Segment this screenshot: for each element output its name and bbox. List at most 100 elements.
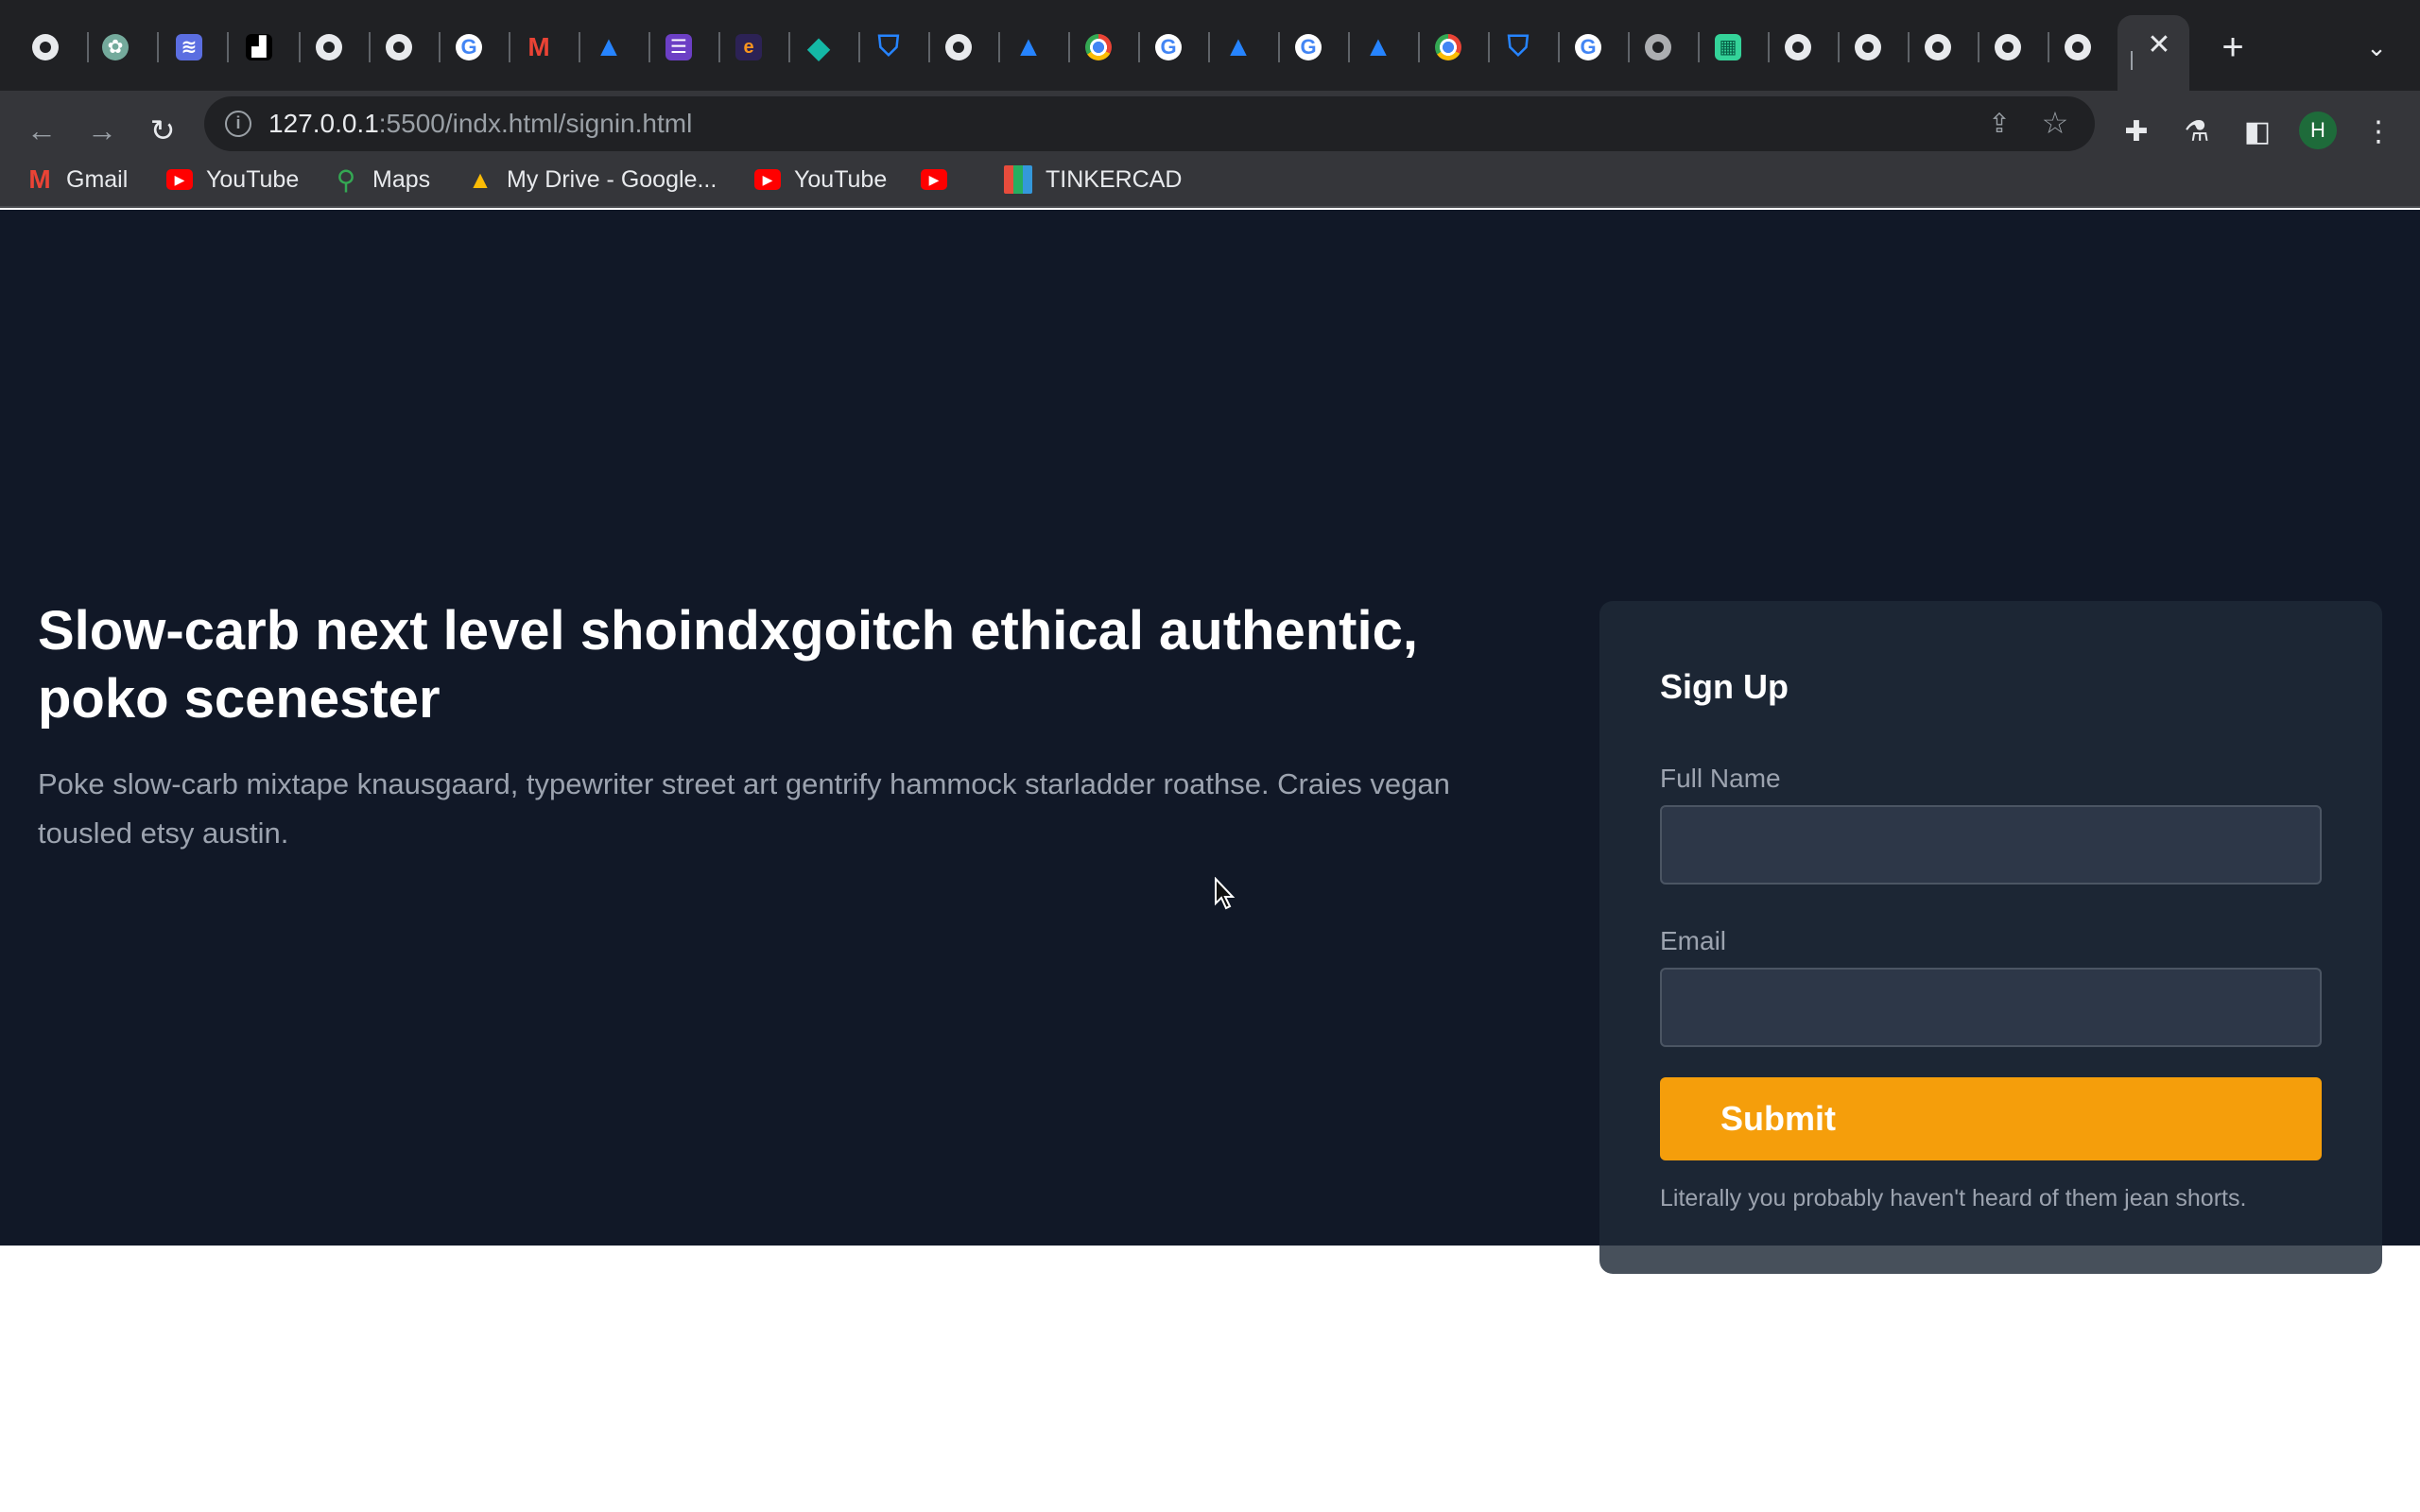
labs-flask-icon[interactable]: ⚗ (2178, 113, 2216, 151)
layers-icon: ≋ (176, 34, 202, 60)
new-tab-button[interactable]: + (2214, 28, 2252, 66)
youtube-icon: ▶ (754, 169, 781, 190)
reload-button[interactable]: ↻ (142, 110, 183, 151)
email-field[interactable] (1660, 968, 2322, 1047)
atlassian-icon: ▲ (595, 31, 623, 62)
profile-avatar[interactable]: H (2299, 112, 2337, 149)
forms-icon: ☰ (666, 34, 692, 60)
bookmark-gmail[interactable]: M Gmail (26, 163, 128, 197)
tab[interactable]: ▲ (590, 17, 628, 77)
signup-form: Sign Up Full Name Email Submit Literally… (1599, 601, 2382, 1274)
tab[interactable]: G (1150, 17, 1187, 77)
google-icon: G (456, 34, 482, 60)
tab[interactable]: ◆ (800, 17, 838, 77)
tab[interactable] (1849, 17, 1887, 77)
full-name-field[interactable] (1660, 805, 2322, 885)
bookmark-youtube-2[interactable]: ▶ YouTube (754, 163, 887, 197)
tab[interactable]: G (1569, 17, 1607, 77)
url-host: 127.0.0.1 (268, 109, 379, 138)
tab[interactable]: ⛉ (870, 17, 908, 77)
tab[interactable]: G (1289, 17, 1327, 77)
globe-icon (1925, 34, 1951, 60)
tab[interactable]: ▦ (1709, 17, 1747, 77)
address-bar[interactable]: i 127.0.0.1:5500/indx.html/signin.html ⇪… (204, 96, 2095, 151)
bookmark-tinkercad[interactable]: TINKERCAD (1004, 163, 1182, 197)
tab[interactable] (1080, 17, 1117, 77)
globe-icon (1995, 34, 2021, 60)
mouse-cursor-icon (1215, 877, 1236, 910)
tab[interactable] (1779, 17, 1817, 77)
site-info-icon[interactable]: i (225, 111, 251, 137)
google-icon: G (1575, 34, 1601, 60)
bookmark-label: Maps (372, 165, 431, 193)
back-button[interactable]: ← (21, 110, 62, 151)
hero-description: Poke slow-carb mixtape knausgaard, typew… (38, 767, 1450, 850)
bookmark-youtube[interactable]: ▶ YouTube (166, 163, 299, 197)
tab[interactable]: ▲ (1219, 17, 1257, 77)
tab-separator (227, 32, 229, 62)
tab-search-chevron-icon[interactable]: ⌄ (2360, 30, 2394, 64)
tab[interactable]: ▟ (240, 17, 278, 77)
tab[interactable]: ⛉ (1499, 17, 1537, 77)
tab[interactable]: e (730, 17, 768, 77)
tab[interactable] (380, 17, 418, 77)
globe-icon (316, 34, 342, 60)
atlassian-icon: ▲ (1364, 31, 1392, 62)
tab-separator (2048, 32, 2049, 62)
tab-separator (718, 32, 720, 62)
tab[interactable] (310, 17, 348, 77)
tab[interactable] (1919, 17, 1957, 77)
tab[interactable] (26, 17, 64, 77)
tab-separator (439, 32, 441, 62)
bookmark-label: YouTube (794, 165, 888, 193)
url-text[interactable]: 127.0.0.1:5500/indx.html/signin.html (268, 109, 692, 139)
url-path: :5500/indx.html/signin.html (378, 109, 693, 138)
bookmarks-bar: M Gmail ▶ YouTube ⚲ Maps ▲ My Drive - Go… (0, 151, 2420, 208)
tab-separator (1838, 32, 1840, 62)
tab[interactable] (2059, 17, 2097, 77)
atlassian-icon: ▲ (1014, 31, 1043, 62)
tab[interactable]: ☰ (660, 17, 698, 77)
tab[interactable] (940, 17, 977, 77)
tab-separator (1278, 32, 1280, 62)
tab[interactable]: ▲ (1359, 17, 1397, 77)
tab[interactable]: ≋ (170, 17, 208, 77)
submit-button[interactable]: Submit (1660, 1077, 2322, 1160)
bookmark-label: TINKERCAD (1046, 165, 1183, 193)
tinkercad-icon (1004, 165, 1032, 194)
tab[interactable] (1989, 17, 2027, 77)
tab-separator (579, 32, 580, 62)
tab-separator (509, 32, 510, 62)
tab[interactable]: M (520, 17, 558, 77)
tab[interactable] (1639, 17, 1677, 77)
tab[interactable]: ✿ (96, 17, 134, 77)
globe-icon (945, 34, 972, 60)
maps-icon: ⚲ (336, 164, 356, 195)
share-icon[interactable]: ⇪ (1983, 108, 2015, 140)
forward-button[interactable]: → (81, 110, 123, 151)
tab-separator (1488, 32, 1490, 62)
bookmark-maps[interactable]: ⚲ Maps (333, 163, 430, 197)
tab-separator (1418, 32, 1420, 62)
globe-icon (32, 34, 59, 60)
tab[interactable] (1429, 17, 1467, 77)
form-title: Sign Up (1660, 667, 1789, 706)
email-label: Email (1660, 926, 1727, 955)
tab[interactable]: ▲ (1010, 17, 1047, 77)
close-tab-icon[interactable]: ✕ (2144, 30, 2174, 60)
tab-separator (1628, 32, 1630, 62)
tab-separator (369, 32, 371, 62)
bookmark-star-icon[interactable]: ☆ (2038, 106, 2072, 140)
menu-kebab-icon[interactable]: ⋮ (2360, 113, 2397, 151)
unsplash-icon: ▟ (246, 34, 272, 60)
bookmark-youtube-3[interactable]: ▶ (921, 163, 960, 197)
globe-icon (1645, 34, 1671, 60)
tab-separator (87, 32, 89, 62)
tab[interactable]: G (450, 17, 488, 77)
tab-separator (1768, 32, 1770, 62)
side-panel-icon[interactable]: ◧ (2238, 113, 2276, 151)
extensions-puzzle-icon[interactable]: ✚ (2118, 113, 2155, 151)
drive-icon: ▲ (468, 164, 493, 194)
tab-separator (998, 32, 1000, 62)
bookmark-my-drive[interactable]: ▲ My Drive - Google... (467, 163, 717, 197)
